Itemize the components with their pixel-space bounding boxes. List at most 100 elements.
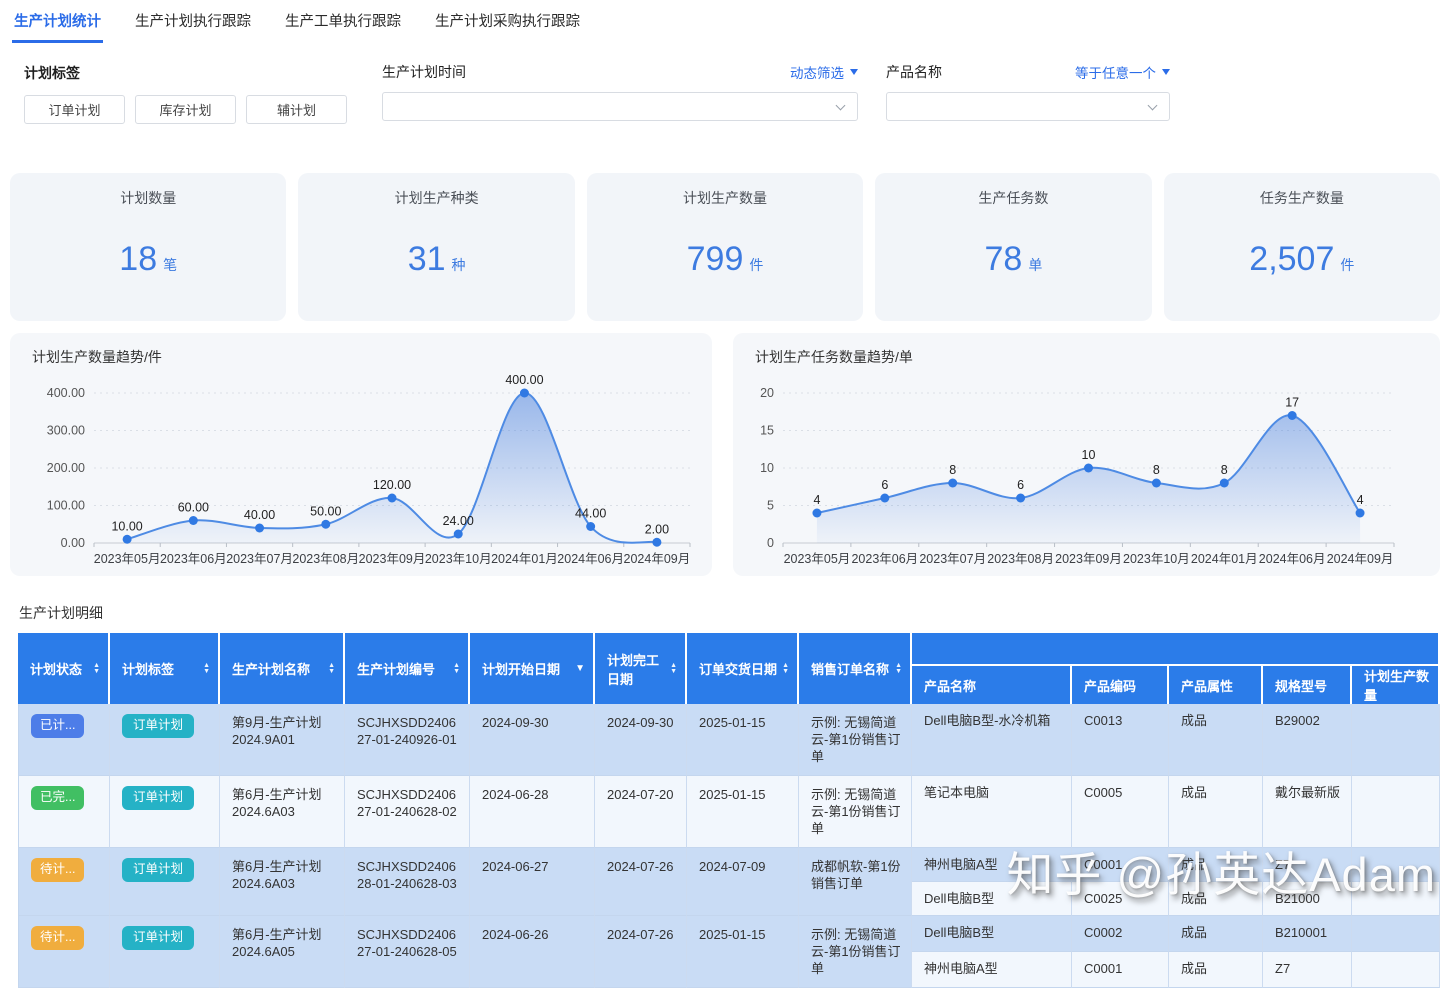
y-axis-label: 200.00 bbox=[47, 461, 85, 475]
plan-code-cell: SCJHXSDD240627-01-240926-01 bbox=[345, 704, 470, 776]
plan-tag-label: 计划标签 bbox=[24, 65, 80, 81]
x-axis-label: 2023年08月 bbox=[292, 552, 359, 566]
finish-date-cell: 2024-07-20 bbox=[595, 776, 687, 848]
match-mode-dropdown[interactable]: 等于任意一个 bbox=[1075, 62, 1170, 82]
column-header-5[interactable]: 计划完工日期 ▲ ▼ bbox=[595, 633, 687, 704]
delivery-date-cell: 2025-01-15 bbox=[687, 916, 799, 988]
data-point bbox=[586, 522, 596, 531]
stat-card-title: 计划数量 bbox=[120, 190, 177, 206]
sort-icon[interactable]: ▲ ▼ bbox=[203, 662, 210, 675]
product-spec-cell: 戴尔最新版 bbox=[1263, 776, 1352, 848]
stat-card-value: 2,507 件 bbox=[1164, 240, 1440, 279]
data-point bbox=[1084, 463, 1093, 473]
plan-tag-button-0[interactable]: 订单计划 bbox=[24, 95, 125, 124]
column-header-3[interactable]: 生产计划编号 ▲ ▼ bbox=[345, 633, 470, 704]
data-point-label: 8 bbox=[1221, 463, 1228, 477]
start-date-cell: 2024-06-28 bbox=[470, 776, 595, 848]
status-badge: 待计... bbox=[31, 926, 85, 950]
stat-card-value: 31 种 bbox=[298, 240, 574, 279]
data-point-label: 2.00 bbox=[645, 522, 669, 536]
product-column-header-4[interactable]: 计划生产数量 bbox=[1352, 666, 1440, 704]
plan-tag-buttons: 订单计划 库存计划 辅计划 bbox=[24, 95, 347, 124]
x-axis-label: 2024年09月 bbox=[1327, 552, 1394, 566]
status-cell: 已完... bbox=[18, 776, 110, 848]
chevron-down-icon bbox=[1147, 100, 1158, 110]
data-point-label: 50.00 bbox=[310, 504, 341, 518]
x-axis-label: 2023年09月 bbox=[1055, 552, 1122, 566]
finish-date-cell: 2024-09-30 bbox=[595, 704, 687, 776]
stat-card-title: 生产任务数 bbox=[978, 190, 1049, 206]
table-row: 待计... 订单计划 第6月-生产计划 2024.6A05 SCJHXSDD24062… bbox=[18, 916, 1440, 988]
start-date-cell: 2024-06-27 bbox=[470, 848, 595, 916]
product-name-select[interactable] bbox=[886, 92, 1170, 121]
table-row: 待计... 订单计划 第6月-生产计划 2024.6A03 SCJHXSDD24062… bbox=[18, 848, 1440, 916]
stat-card-number: 78 bbox=[984, 240, 1023, 278]
status-cell: 已计... bbox=[18, 704, 110, 776]
stat-card-unit: 件 bbox=[749, 257, 764, 273]
sort-icon[interactable]: ▲ ▼ bbox=[328, 662, 335, 675]
data-point bbox=[1355, 508, 1365, 518]
start-date-cell: 2024-09-30 bbox=[470, 704, 595, 776]
data-point bbox=[812, 508, 822, 518]
plan-name-cell: 第6月-生产计划 2024.6A03 bbox=[220, 848, 345, 916]
stat-card-4: 任务生产数量 2,507 件 bbox=[1163, 173, 1440, 321]
data-point bbox=[1219, 478, 1229, 488]
sales-order-cell: 示例: 无锡简道云-第1份销售订单 bbox=[799, 916, 912, 988]
table-header-row: 计划状态 ▲ ▼ 计划标签 ▲ ▼ 生产计划名称 ▲ ▼ 生产计划编号 ▲ ▼ 计划开始日期 ▼ 计划完工日… bbox=[18, 633, 1440, 704]
data-point-label: 40.00 bbox=[244, 508, 275, 522]
data-point-label: 6 bbox=[1017, 478, 1024, 492]
plan-code-cell: SCJHXSDD240628-01-240628-03 bbox=[345, 848, 470, 916]
tag-cell: 订单计划 bbox=[110, 704, 220, 776]
column-header-4[interactable]: 计划开始日期 ▼ bbox=[470, 633, 595, 704]
data-point-label: 6 bbox=[881, 478, 888, 492]
sort-icon[interactable]: ▲ ▼ bbox=[782, 662, 789, 675]
tab-1[interactable]: 生产计划执行跟踪 bbox=[133, 10, 253, 43]
column-header-0[interactable]: 计划状态 ▲ ▼ bbox=[18, 633, 110, 704]
column-header-2[interactable]: 生产计划名称 ▲ ▼ bbox=[220, 633, 345, 704]
stat-card-number: 18 bbox=[119, 240, 158, 278]
column-header-6[interactable]: 订单交货日期 ▲ ▼ bbox=[687, 633, 799, 704]
dynamic-filter-dropdown[interactable]: 动态筛选 bbox=[790, 62, 858, 82]
product-qty-cell bbox=[1352, 882, 1440, 916]
product-code-cell: C0013 bbox=[1072, 704, 1169, 776]
status-cell: 待计... bbox=[18, 848, 110, 916]
data-point-label: 4 bbox=[1357, 493, 1364, 507]
sort-icon[interactable]: ▲ ▼ bbox=[895, 662, 902, 675]
task-trend-chart: 0 5 10 15 20 2023年05月 2023年06月 2023年07月 2023年08月… bbox=[760, 386, 1395, 566]
tab-0[interactable]: 生产计划统计 bbox=[12, 10, 103, 43]
sort-icon[interactable]: ▲ ▼ bbox=[453, 662, 460, 675]
tag-badge: 订单计划 bbox=[122, 926, 195, 950]
product-attr-cell: 成品 bbox=[1169, 916, 1263, 952]
column-header-label: 生产计划编号 bbox=[357, 662, 436, 677]
sort-icon[interactable]: ▲ ▼ bbox=[93, 662, 100, 675]
product-column-header-3[interactable]: 规格型号 bbox=[1263, 666, 1352, 704]
plan-tag-button-2[interactable]: 辅计划 bbox=[246, 95, 347, 124]
x-axis-label: 2023年05月 bbox=[784, 552, 851, 566]
caret-down-icon bbox=[1162, 69, 1170, 75]
product-column-header-0[interactable]: 产品名称 bbox=[912, 666, 1072, 704]
column-header-label: 销售订单名称 bbox=[811, 662, 890, 677]
y-axis-label: 100.00 bbox=[47, 499, 85, 513]
status-cell: 待计... bbox=[18, 916, 110, 988]
charts-row: 计划生产数量趋势/件 0.00 100.00 200.00 300.00 400.00 2… bbox=[10, 333, 1440, 576]
tag-cell: 订单计划 bbox=[110, 776, 220, 848]
product-column-header-1[interactable]: 产品编码 bbox=[1072, 666, 1169, 704]
stat-card-number: 31 bbox=[407, 240, 446, 278]
start-date-cell: 2024-06-26 bbox=[470, 916, 595, 988]
quantity-trend-chart-card: 计划生产数量趋势/件 0.00 100.00 200.00 300.00 400.00 2… bbox=[10, 333, 712, 576]
tab-3[interactable]: 生产计划采购执行跟踪 bbox=[433, 10, 582, 43]
column-header-7[interactable]: 销售订单名称 ▲ ▼ bbox=[799, 633, 912, 704]
plan-time-select[interactable] bbox=[382, 92, 858, 121]
x-axis-label: 2023年06月 bbox=[851, 552, 918, 566]
sort-icon[interactable]: ▲ ▼ bbox=[670, 662, 677, 675]
column-header-1[interactable]: 计划标签 ▲ ▼ bbox=[110, 633, 220, 704]
plan-tag-button-1[interactable]: 库存计划 bbox=[135, 95, 236, 124]
table-row: 已完... 订单计划 第6月-生产计划 2024.6A03 SCJHXSDD24062… bbox=[18, 776, 1440, 848]
sort-desc-icon[interactable]: ▼ bbox=[575, 663, 585, 674]
plan-name-cell: 第6月-生产计划 2024.6A05 bbox=[220, 916, 345, 988]
data-point-label: 10 bbox=[1082, 448, 1096, 462]
stat-card-title: 计划生产种类 bbox=[394, 190, 479, 206]
tag-cell: 订单计划 bbox=[110, 916, 220, 988]
product-column-header-2[interactable]: 产品属性 bbox=[1169, 666, 1263, 704]
tab-2[interactable]: 生产工单执行跟踪 bbox=[283, 10, 403, 43]
